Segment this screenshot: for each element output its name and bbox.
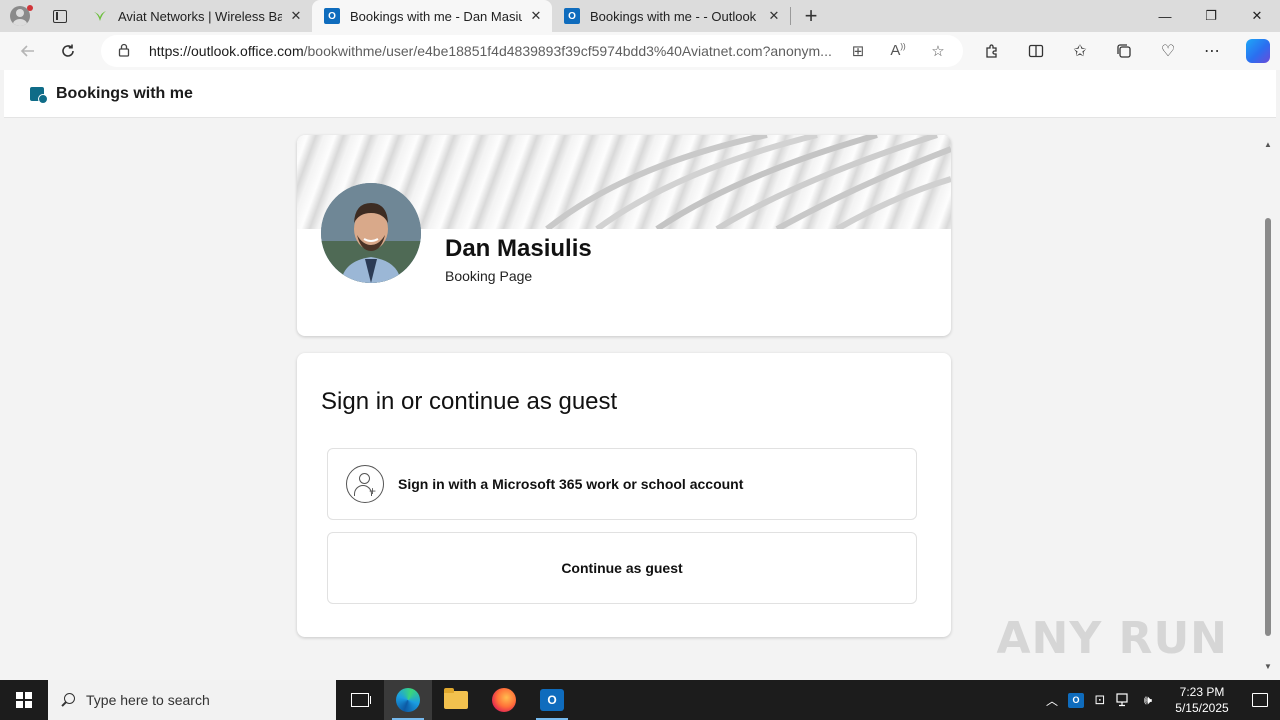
restore-button[interactable]: ❐	[1188, 0, 1234, 32]
continue-as-guest-button[interactable]: Continue as guest	[327, 532, 917, 604]
outlook-icon: O	[564, 8, 580, 24]
taskbar-firefox[interactable]	[480, 680, 528, 720]
tab-close-icon[interactable]: ✕	[766, 8, 782, 24]
profile-button[interactable]	[0, 0, 40, 32]
taskbar-edge[interactable]	[384, 680, 432, 720]
tab-bookings-dan-masiulis[interactable]: O Bookings with me - Dan Masiulis ✕	[312, 0, 552, 32]
clock-time: 7:23 PM	[1179, 685, 1225, 699]
back-button[interactable]	[12, 35, 44, 67]
taskbar-clock[interactable]: 7:23 PM 5/15/2025	[1164, 684, 1240, 716]
owner-name: Dan Masiulis	[445, 235, 592, 262]
favorites-icon[interactable]: ✩	[1064, 35, 1096, 67]
browser-tab-strip: Aviat Networks | Wireless Backha ✕ O Boo…	[0, 0, 1280, 32]
tab-close-icon[interactable]: ✕	[528, 8, 544, 24]
show-hidden-icons-chevron-icon[interactable]: ︿	[1040, 692, 1064, 709]
refresh-icon	[62, 44, 74, 57]
back-arrow-icon	[20, 45, 34, 57]
tab-title: Aviat Networks | Wireless Backha	[118, 8, 282, 24]
firefox-icon	[492, 688, 516, 712]
person-add-icon: +	[346, 465, 384, 503]
more-menu-icon[interactable]: ⋯	[1196, 35, 1228, 67]
aviat-leaf-icon	[92, 8, 108, 24]
task-view-button[interactable]	[336, 680, 384, 720]
tray-device-icon[interactable]: ⊡	[1088, 680, 1112, 720]
profile-alert-dot	[27, 5, 33, 11]
tray-outlook-icon[interactable]: O	[1064, 680, 1088, 720]
signin-card: Sign in or continue as guest + Sign in w…	[297, 353, 951, 637]
close-window-button[interactable]: ✕	[1234, 0, 1280, 32]
outlook-icon: O	[324, 8, 340, 24]
page-viewport: Bookings with me Dan Masiulis Booking Pa…	[4, 70, 1276, 676]
notification-center-button[interactable]	[1240, 680, 1280, 720]
taskbar-search-box[interactable]: Type here to search	[48, 680, 336, 720]
url-host: https://outlook.office.com	[149, 43, 304, 59]
url-text[interactable]: https://outlook.office.com/bookwithme/us…	[149, 43, 845, 59]
tab-bookings-outlook[interactable]: O Bookings with me - - Outlook ✕	[552, 0, 790, 32]
new-tab-button[interactable]: +	[791, 0, 831, 32]
volume-icon[interactable]: 🕪	[1136, 680, 1160, 720]
tab-close-icon[interactable]: ✕	[288, 8, 304, 24]
owner-subtitle: Booking Page	[445, 268, 533, 284]
owner-avatar	[321, 183, 421, 283]
app-header: Bookings with me	[4, 70, 1276, 118]
browser-essentials-icon[interactable]: ♡	[1152, 35, 1184, 67]
tab-actions-icon	[53, 9, 67, 23]
folder-icon	[444, 688, 468, 709]
browser-toolbar: https://outlook.office.com/bookwithme/us…	[0, 32, 1280, 70]
taskbar-search-placeholder: Type here to search	[86, 692, 210, 708]
collections-icon[interactable]	[1108, 35, 1140, 67]
tab-title: Bookings with me - - Outlook	[590, 8, 757, 24]
signin-microsoft-365-button[interactable]: + Sign in with a Microsoft 365 work or s…	[327, 448, 917, 520]
system-tray: ︿ O ⊡ 🕪 7:23 PM 5/15/2025	[1040, 680, 1280, 720]
task-view-icon	[351, 693, 371, 707]
lock-icon[interactable]	[117, 43, 133, 60]
outlook-icon: O	[540, 689, 564, 711]
split-screen-icon[interactable]	[1020, 35, 1052, 67]
taskbar-file-explorer[interactable]	[432, 680, 480, 720]
refresh-button[interactable]	[52, 35, 84, 67]
clock-date: 5/15/2025	[1175, 701, 1229, 715]
windows-logo-icon	[16, 692, 32, 708]
tab-actions-button[interactable]	[40, 0, 80, 32]
anyrun-watermark: ANY RUN	[996, 613, 1228, 664]
windows-taskbar: Type here to search O ︿ O ⊡ 🕪 7:23 PM 5/…	[0, 680, 1280, 720]
extensions-icon[interactable]	[976, 35, 1008, 67]
notification-icon	[1252, 693, 1268, 707]
browser-right-tools: ✩ ♡ ⋯	[976, 35, 1272, 67]
page-scrollbar[interactable]: ▲ ▼	[1260, 134, 1276, 676]
minimize-button[interactable]: —	[1142, 0, 1188, 32]
omnibox-actions: ⊞ A)) ☆	[845, 42, 951, 60]
signin-option-label: Sign in with a Microsoft 365 work or sch…	[398, 476, 744, 492]
signin-heading: Sign in or continue as guest	[321, 388, 618, 415]
scrollbar-thumb[interactable]	[1265, 218, 1271, 636]
address-bar[interactable]: https://outlook.office.com/bookwithme/us…	[101, 35, 963, 67]
network-icon[interactable]	[1112, 680, 1136, 720]
copilot-icon[interactable]	[1240, 35, 1272, 67]
bookings-calendar-icon	[30, 86, 48, 104]
taskbar-outlook[interactable]: O	[528, 680, 576, 720]
read-aloud-icon[interactable]: A))	[885, 42, 911, 60]
scroll-up-arrow-icon[interactable]: ▲	[1260, 138, 1276, 152]
start-button[interactable]	[0, 680, 48, 720]
app-available-icon[interactable]: ⊞	[845, 42, 871, 60]
favorite-star-icon[interactable]: ☆	[925, 42, 951, 60]
profile-card: Dan Masiulis Booking Page	[297, 135, 951, 336]
tab-title: Bookings with me - Dan Masiulis	[350, 8, 522, 24]
edge-icon	[396, 688, 420, 712]
url-path: /bookwithme/user/e4be18851f4d4839893f39c…	[303, 43, 832, 59]
guest-option-label: Continue as guest	[561, 560, 683, 576]
tab-aviat-networks[interactable]: Aviat Networks | Wireless Backha ✕	[80, 0, 312, 32]
search-icon	[60, 692, 76, 708]
scroll-down-arrow-icon[interactable]: ▼	[1260, 660, 1276, 674]
window-controls: — ❐ ✕	[1142, 0, 1280, 32]
app-title: Bookings with me	[56, 84, 193, 102]
